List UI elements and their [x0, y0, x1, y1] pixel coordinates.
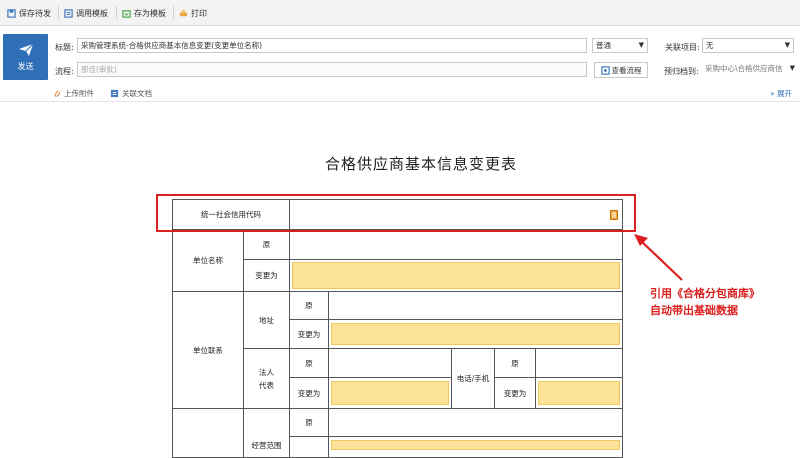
- business-scope-label: 经营范围: [243, 408, 290, 458]
- change-to-label: 变更为: [494, 377, 536, 409]
- attachment-bar: 上传附件 关联文档 » 展开: [0, 86, 800, 102]
- double-chevron-down-icon: »: [770, 89, 775, 98]
- save-send-label: 保存待发: [19, 8, 51, 18]
- original-label: 原: [289, 408, 329, 437]
- flow-label: 流程:: [55, 67, 74, 76]
- priority-value: 普通: [596, 41, 611, 50]
- annotation-line-2: 自动带出基础数据: [650, 304, 738, 317]
- flow-input[interactable]: 那佳(审批): [77, 62, 587, 77]
- chevron-down-icon: ▼: [638, 41, 644, 49]
- save-template-button[interactable]: 存为模板: [122, 4, 166, 22]
- archive-value: 采购中心\合格供应商信: [705, 64, 783, 73]
- phone-label: 电话/手机: [451, 348, 495, 409]
- phone-original-value: [535, 348, 623, 378]
- title-label: 标题:: [55, 43, 74, 52]
- document-icon: [110, 89, 119, 98]
- original-label: 原: [289, 291, 329, 320]
- print-label: 打印: [191, 8, 207, 18]
- toolbar-divider: [116, 6, 117, 19]
- print-icon: [179, 9, 188, 16]
- paper-plane-icon: [18, 43, 33, 56]
- chevron-down-icon: ▼: [784, 41, 790, 49]
- legal-rep-new-input[interactable]: [331, 381, 449, 405]
- address-original-value: [328, 291, 623, 320]
- toolbar-divider: [58, 6, 59, 19]
- expand-label: 展开: [777, 89, 792, 98]
- unit-name-label: 单位名称: [172, 229, 244, 292]
- annotation-note: 引用《合格分包商库》 自动带出基础数据: [650, 285, 760, 319]
- change-to-cell: [289, 436, 329, 458]
- view-flow-button[interactable]: 查看流程: [594, 62, 648, 78]
- business-section-label: [172, 408, 244, 458]
- legal-rep-original-value: [328, 348, 452, 378]
- send-label: 发送: [17, 61, 34, 71]
- original-label: 原: [243, 229, 290, 260]
- message-header: [0, 26, 800, 86]
- business-scope-original-value: [328, 408, 623, 437]
- save-send-button[interactable]: 保存待发: [7, 4, 51, 22]
- highlight-box: [156, 194, 636, 232]
- original-label: 原: [494, 348, 536, 378]
- archive-select[interactable]: 采购中心\合格供应商信 ▼: [702, 62, 798, 77]
- change-to-label: 变更为: [243, 259, 290, 292]
- business-scope-new-input[interactable]: [331, 440, 620, 450]
- related-document-label: 关联文档: [122, 89, 152, 98]
- legal-rep-label: 法人 代表: [243, 348, 290, 409]
- priority-select[interactable]: 普通 ▼: [592, 38, 648, 53]
- toolbar: 保存待发 调用模板 存为模板 打印: [0, 0, 800, 26]
- view-flow-label: 查看流程: [611, 65, 642, 75]
- chevron-down-icon: ▼: [789, 64, 795, 72]
- form-title: 合格供应商基本信息变更表: [324, 155, 517, 173]
- change-to-label: 变更为: [289, 377, 329, 409]
- original-label: 原: [289, 348, 329, 378]
- annotation-line-1: 引用《合格分包商库》: [650, 287, 760, 300]
- paperclip-icon: [54, 90, 61, 97]
- use-template-button[interactable]: 调用模板: [64, 4, 108, 22]
- print-button[interactable]: 打印: [179, 4, 207, 22]
- related-project-select[interactable]: 无 ▼: [702, 38, 794, 53]
- upload-attachment-label: 上传附件: [64, 89, 94, 98]
- upload-attachment-button[interactable]: 上传附件: [53, 88, 94, 99]
- use-template-label: 调用模板: [76, 8, 108, 18]
- expand-button[interactable]: » 展开: [770, 88, 792, 99]
- related-document-button[interactable]: 关联文档: [110, 88, 152, 99]
- send-button[interactable]: 发送: [3, 34, 48, 80]
- related-project-value: 无: [706, 41, 714, 50]
- address-label: 地址: [243, 291, 290, 349]
- save-template-icon: [122, 9, 131, 18]
- change-to-label: 变更为: [289, 319, 329, 349]
- annotation-arrow-icon: [634, 234, 683, 281]
- flow-icon: [600, 65, 610, 75]
- save-template-label: 存为模板: [134, 8, 166, 18]
- title-input[interactable]: 采购管理系统-合格供应商基本信息变更(变更单位名称): [77, 38, 587, 53]
- template-icon: [64, 8, 73, 18]
- phone-new-input[interactable]: [538, 381, 620, 405]
- unit-contact-label: 单位联系: [172, 291, 244, 409]
- unit-name-original-value: [289, 229, 623, 260]
- toolbar-divider: [173, 6, 174, 19]
- address-new-input[interactable]: [331, 323, 620, 345]
- save-icon: [7, 8, 16, 18]
- unit-name-new-input[interactable]: [292, 262, 620, 289]
- related-project-label: 关联项目:: [665, 43, 700, 52]
- archive-label: 预归档到:: [664, 67, 699, 76]
